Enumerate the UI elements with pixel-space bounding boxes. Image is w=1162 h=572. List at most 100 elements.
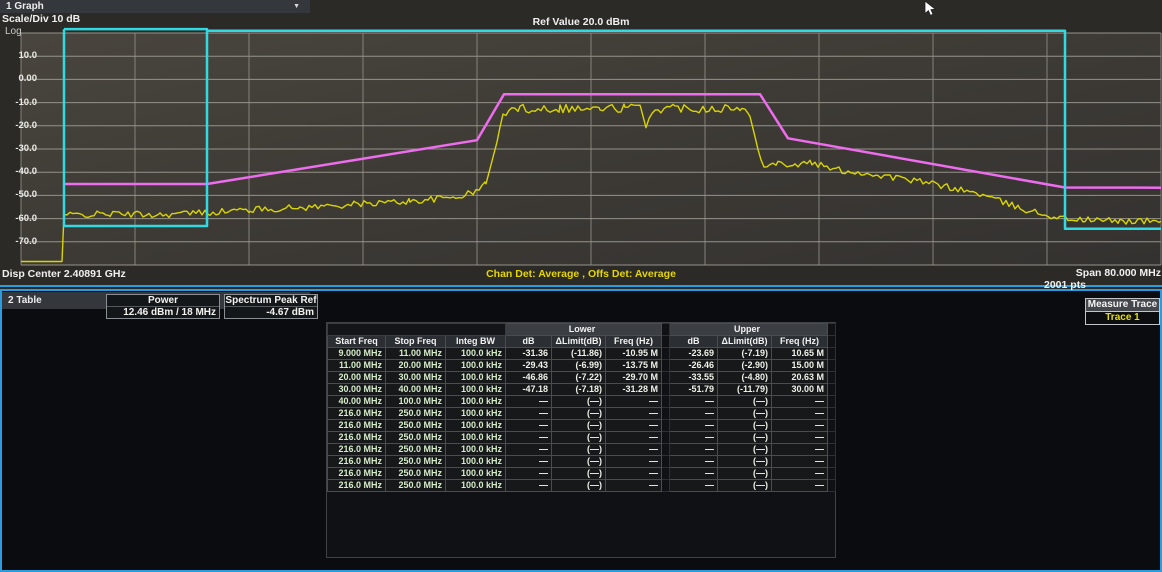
table-cell: — (506, 432, 552, 444)
table-row[interactable]: 30.00 MHz40.00 MHz100.0 kHz-47.18(-7.18)… (328, 384, 836, 396)
table-cell: -31.36 (506, 348, 552, 360)
table-cell (662, 444, 670, 456)
table-cell (662, 336, 670, 348)
table-cell: 250.0 MHz (386, 420, 446, 432)
table-row[interactable]: 216.0 MHz250.0 MHz100.0 kHz—(—)——(—)— (328, 456, 836, 468)
table-cell: — (670, 456, 718, 468)
table-row[interactable]: 216.0 MHz250.0 MHz100.0 kHz—(—)——(—)— (328, 420, 836, 432)
table-cell (828, 420, 836, 432)
table-cell: — (506, 396, 552, 408)
table-cell: 40.00 MHz (328, 396, 386, 408)
table-cell: — (670, 468, 718, 480)
table-cell: 100.0 kHz (446, 444, 506, 456)
table-cell: -31.28 M (606, 384, 662, 396)
table-cell: (—) (552, 456, 606, 468)
table-cell: — (772, 396, 828, 408)
table-cell: — (670, 420, 718, 432)
table-cell: -13.75 M (606, 360, 662, 372)
table-row[interactable]: 40.00 MHz100.0 MHz100.0 kHz—(—)——(—)— (328, 396, 836, 408)
table-row[interactable]: 216.0 MHz250.0 MHz100.0 kHz—(—)——(—)— (328, 444, 836, 456)
table-cell: — (506, 456, 552, 468)
table-cell: (—) (552, 420, 606, 432)
power-readout: Power 12.46 dBm / 18 MHz (106, 294, 220, 319)
table-cell (662, 360, 670, 372)
analyzer-screen: 1 Graph ▼ Scale/Div 10 dB Log Ref Value … (0, 0, 1162, 572)
graph-window-selector[interactable]: 1 Graph ▼ (0, 0, 310, 13)
table-row[interactable]: 9.000 MHz11.00 MHz100.0 kHz-31.36(-11.86… (328, 348, 836, 360)
y-tick-label: -50.0 (0, 189, 37, 200)
table-cell: — (506, 420, 552, 432)
ref-value-label[interactable]: Ref Value 20.0 dBm (0, 16, 1162, 28)
power-readout-value: 12.46 dBm / 18 MHz (107, 307, 219, 318)
table-cell: Freq (Hz) (606, 336, 662, 348)
table-cell: 250.0 MHz (386, 468, 446, 480)
spectrum-peak-ref-readout: Spectrum Peak Ref -4.67 dBm (224, 294, 318, 319)
power-readout-label: Power (107, 295, 219, 307)
table-row[interactable]: 20.00 MHz30.00 MHz100.0 kHz-46.86(-7.22)… (328, 372, 836, 384)
table-cell: Start Freq (328, 336, 386, 348)
table-cell: — (772, 456, 828, 468)
table-cell (662, 396, 670, 408)
table-cell (828, 348, 836, 360)
table-cell: 30.00 MHz (386, 372, 446, 384)
table-cell: -29.70 M (606, 372, 662, 384)
table-cell: 20.63 M (772, 372, 828, 384)
detector-info-label: Chan Det: Average , Offs Det: Average (0, 268, 1162, 280)
table-cell: — (670, 432, 718, 444)
table-cell: 216.0 MHz (328, 480, 386, 492)
table-cell: 250.0 MHz (386, 432, 446, 444)
table-window-selector-label: 2 Table (8, 295, 42, 306)
table-cell: (-11.79) (718, 384, 772, 396)
table-cell: — (670, 480, 718, 492)
table-row[interactable]: 11.00 MHz20.00 MHz100.0 kHz-29.43(-6.99)… (328, 360, 836, 372)
table-row[interactable]: 216.0 MHz250.0 MHz100.0 kHz—(—)——(—)— (328, 468, 836, 480)
y-tick-label: -60.0 (0, 213, 37, 224)
table-cell: 30.00 M (772, 384, 828, 396)
table-cell: — (772, 480, 828, 492)
graph-window: 1 Graph ▼ Scale/Div 10 dB Log Ref Value … (0, 0, 1162, 285)
table-cell (662, 324, 670, 336)
mouse-cursor (924, 0, 940, 18)
table-cell: 11.00 MHz (386, 348, 446, 360)
table-cell (828, 396, 836, 408)
table-cell: — (606, 420, 662, 432)
table-cell: 216.0 MHz (328, 432, 386, 444)
table-cell: 250.0 MHz (386, 444, 446, 456)
window-separator (0, 285, 1162, 287)
table-row[interactable]: 216.0 MHz250.0 MHz100.0 kHz—(—)——(—)— (328, 480, 836, 492)
table-row[interactable]: 216.0 MHz250.0 MHz100.0 kHz—(—)——(—)— (328, 432, 836, 444)
table-cell: (—) (552, 444, 606, 456)
table-cell: (—) (718, 408, 772, 420)
table-row[interactable]: 216.0 MHz250.0 MHz100.0 kHz—(—)——(—)— (328, 408, 836, 420)
table-cell: Freq (Hz) (772, 336, 828, 348)
table-cell: 216.0 MHz (328, 408, 386, 420)
sem-graph (0, 0, 1162, 285)
measure-trace-control[interactable]: Measure Trace Trace 1 (1085, 298, 1160, 325)
table-cell: 15.00 M (772, 360, 828, 372)
table-cell: — (606, 468, 662, 480)
table-cell: — (670, 396, 718, 408)
table-cell: dB (506, 336, 552, 348)
table-cell: ΔLimit(dB) (718, 336, 772, 348)
y-tick-label: -10.0 (0, 97, 37, 108)
table-cell: — (506, 480, 552, 492)
table-cell: — (772, 468, 828, 480)
table-cell: (—) (552, 408, 606, 420)
table-cell: — (606, 408, 662, 420)
table-cell (662, 372, 670, 384)
measure-trace-value[interactable]: Trace 1 (1086, 312, 1159, 324)
table-cell (662, 480, 670, 492)
table-cell (662, 408, 670, 420)
table-cell (328, 324, 506, 336)
table-cell (828, 324, 836, 336)
y-tick-label: -30.0 (0, 143, 37, 154)
table-cell (828, 432, 836, 444)
table-cell: (—) (552, 468, 606, 480)
table-cell: 250.0 MHz (386, 456, 446, 468)
table-cell: (—) (552, 480, 606, 492)
table-cell: 216.0 MHz (328, 456, 386, 468)
table-cell: 216.0 MHz (328, 444, 386, 456)
y-tick-label: -70.0 (0, 236, 37, 247)
span-label[interactable]: Span 80.000 MHz (1076, 267, 1161, 279)
table-cell: 100.0 kHz (446, 384, 506, 396)
